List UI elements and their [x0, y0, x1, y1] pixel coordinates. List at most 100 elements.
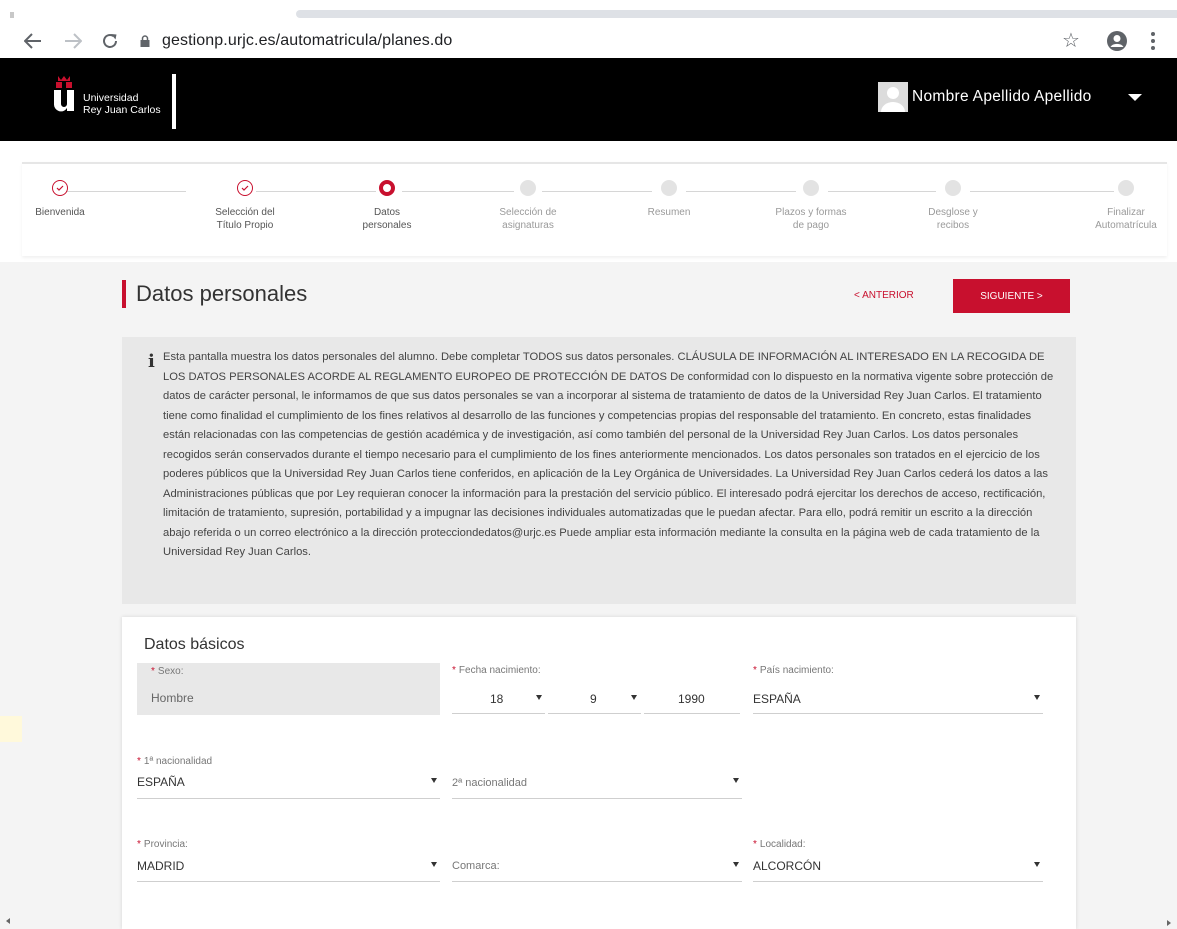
pais-value: ESPAÑA	[753, 692, 801, 706]
step-label-2: recibos	[936, 220, 970, 231]
step-current-marker	[379, 180, 395, 196]
browser-toolbar: gestionp.urjc.es/automatricula/planes.do…	[0, 22, 1177, 60]
birth-month-value: 9	[590, 692, 597, 706]
browser-menu-icon[interactable]	[1150, 31, 1156, 51]
urjc-logo-icon[interactable]	[50, 76, 80, 112]
reload-button[interactable]	[97, 28, 123, 54]
chevron-down-icon	[733, 862, 739, 867]
step-plazos-pago: Plazos y formas de pago	[751, 180, 871, 232]
scroll-right-arrow-icon[interactable]	[1167, 920, 1171, 926]
chevron-down-icon	[536, 695, 542, 700]
required-mark: *	[137, 756, 141, 767]
title-accent-bar	[122, 280, 126, 308]
chevron-down-icon	[1034, 862, 1040, 867]
privacy-notice-text: Esta pantalla muestra los datos personal…	[163, 351, 1054, 558]
app-header: Universidad Rey Juan Carlos Nombre Apell…	[0, 58, 1177, 141]
chevron-down-icon[interactable]	[1128, 93, 1142, 101]
step-pending-marker	[945, 180, 961, 196]
pais-label: País nacimiento:	[759, 665, 834, 676]
nac2-placeholder: 2ª nacionalidad	[452, 777, 528, 789]
lock-icon	[140, 35, 150, 47]
birth-day-select[interactable]: 18	[452, 683, 545, 714]
localidad-value: ALCORCÓN	[753, 859, 822, 873]
nacionalidad1-select[interactable]: * 1ª nacionalidad ESPAÑA	[137, 756, 440, 799]
url-text: gestionp.urjc.es/automatricula/planes.do	[162, 32, 453, 49]
step-label: Selección de	[499, 207, 557, 218]
university-name: Universidad Rey Juan Carlos	[83, 92, 161, 116]
scroll-left-arrow-icon[interactable]	[6, 918, 10, 924]
comarca-select[interactable]: Comarca:	[452, 851, 742, 882]
user-menu[interactable]: Nombre Apellido Apellido	[878, 82, 1142, 112]
birth-month-select[interactable]: 9	[548, 683, 641, 714]
step-datos-personales[interactable]: Datos personales	[327, 180, 447, 232]
avatar	[878, 82, 908, 112]
step-seleccion-titulo[interactable]: Selección del Título Propio	[185, 180, 305, 232]
address-bar[interactable]: gestionp.urjc.es/automatricula/planes.do	[140, 26, 1040, 56]
chevron-down-icon	[733, 778, 739, 783]
birth-day-value: 18	[490, 692, 504, 706]
step-resumen: Resumen	[609, 180, 729, 219]
profile-icon[interactable]	[1106, 30, 1128, 52]
next-button[interactable]: SIGUIENTE >	[953, 279, 1070, 313]
previous-link[interactable]: < ANTERIOR	[854, 290, 914, 301]
step-label: Selección del	[215, 207, 275, 218]
browser-tab[interactable]	[296, 10, 1177, 18]
step-desglose-recibos: Desglose y recibos	[893, 180, 1013, 232]
step-pending-marker	[1118, 180, 1134, 196]
comarca-placeholder: Comarca:	[452, 860, 500, 872]
provincia-label: Provincia:	[143, 839, 188, 850]
pais-nacimiento-select[interactable]: * País nacimiento: ESPAÑA	[753, 665, 1043, 714]
step-label: Bienvenida	[35, 207, 85, 218]
step-label: Plazos y formas	[775, 207, 847, 218]
step-label-2: Título Propio	[216, 220, 274, 231]
info-notice: i Esta pantalla muestra los datos person…	[122, 337, 1076, 604]
nacionalidad2-select[interactable]: 2ª nacionalidad	[452, 767, 742, 799]
side-tab[interactable]	[0, 716, 22, 742]
page-title: Datos personales	[136, 281, 308, 306]
fecha-label: Fecha nacimiento:	[458, 665, 541, 676]
step-label-2: Automatrícula	[1095, 220, 1157, 231]
provincia-value: MADRID	[137, 859, 185, 873]
basic-data-card: Datos básicos * Sexo: Hombre * Fecha nacim…	[122, 617, 1076, 929]
sexo-field: * Sexo: Hombre	[137, 663, 440, 715]
localidad-label: Localidad:	[759, 839, 806, 850]
step-pending-marker	[661, 180, 677, 196]
university-name-line2: Rey Juan Carlos	[83, 104, 161, 116]
step-bienvenida[interactable]: Bienvenida	[0, 180, 120, 219]
step-finalizar: Finalizar Automatrícula	[1066, 180, 1177, 232]
fecha-nacimiento-field: * Fecha nacimiento:	[452, 665, 742, 677]
info-icon: i	[148, 351, 155, 372]
step-label-2: de pago	[792, 220, 830, 231]
arrow-left-icon	[24, 33, 41, 49]
required-mark: *	[151, 666, 155, 677]
step-label: Desglose y	[928, 207, 978, 218]
back-button[interactable]	[20, 28, 46, 54]
step-label: Datos	[373, 207, 401, 218]
nac1-value: ESPAÑA	[137, 775, 185, 789]
arrow-right-icon	[65, 33, 82, 49]
birth-year-value: 1990	[678, 692, 705, 706]
progress-stepper: Bienvenida Selección del Título Propio Da…	[22, 162, 1167, 256]
provincia-select[interactable]: * Provincia: MADRID	[137, 839, 440, 882]
reload-icon	[103, 33, 117, 48]
birth-year-input[interactable]: 1990	[644, 683, 740, 714]
nac1-label: 1ª nacionalidad	[143, 756, 213, 767]
user-name: Nombre Apellido Apellido	[912, 88, 1092, 105]
sexo-label: Sexo:	[157, 666, 184, 677]
bookmark-star-icon[interactable]: ☆	[1062, 30, 1080, 52]
chevron-down-icon	[631, 695, 637, 700]
localidad-select[interactable]: * Localidad: ALCORCÓN	[753, 839, 1043, 882]
required-mark: *	[753, 839, 757, 850]
forward-button[interactable]	[60, 28, 86, 54]
university-name-line1: Universidad	[83, 92, 139, 104]
sexo-value: Hombre	[151, 691, 194, 705]
section-title: Datos básicos	[144, 636, 245, 653]
step-label-2: personales	[362, 220, 412, 231]
required-mark: *	[452, 665, 456, 676]
browser-tabstrip	[0, 0, 1177, 22]
step-label: Finalizar	[1107, 207, 1145, 218]
chevron-down-icon	[431, 862, 437, 867]
user-avatar-icon	[878, 82, 908, 112]
logo-separator	[172, 74, 176, 129]
step-label: Resumen	[647, 207, 691, 218]
